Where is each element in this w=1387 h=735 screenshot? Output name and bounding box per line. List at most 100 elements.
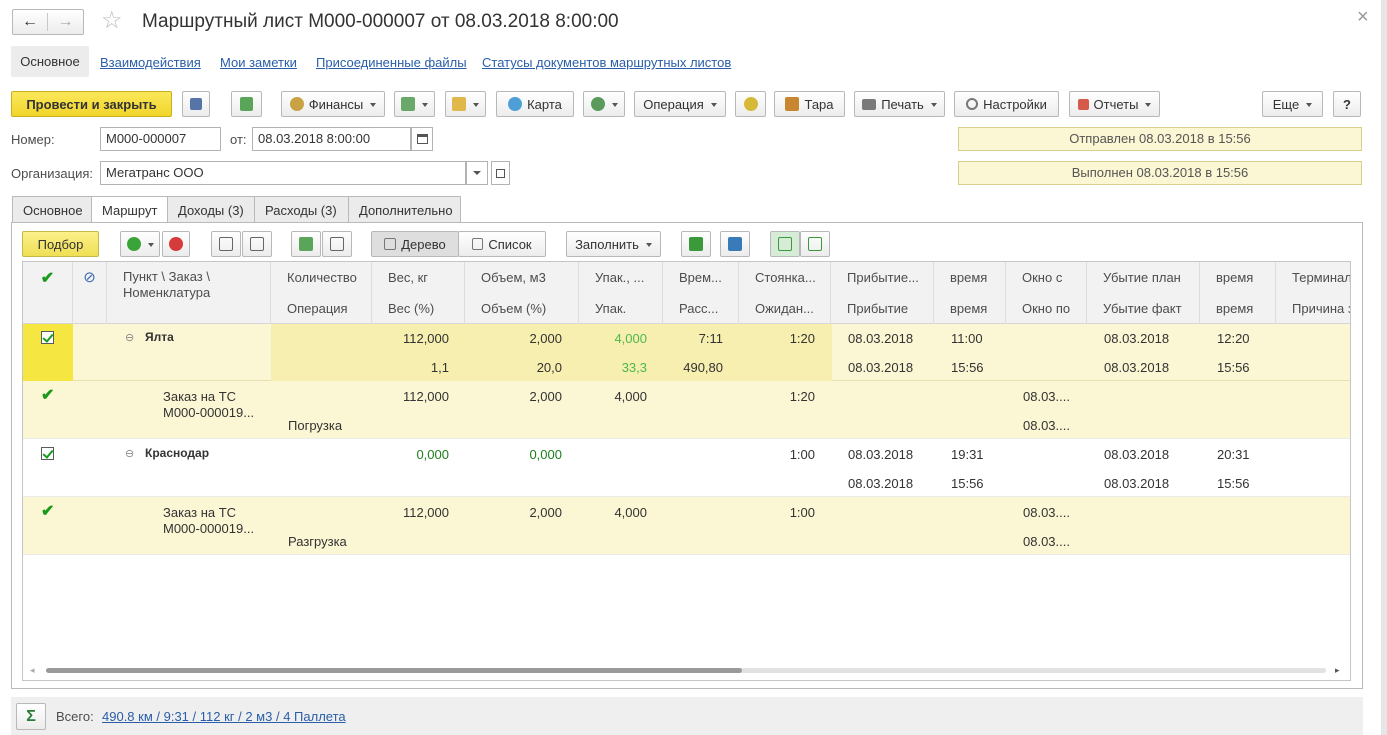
nav-main[interactable]: Основное bbox=[11, 46, 89, 77]
departure-fact-time: 15:56 bbox=[1217, 360, 1250, 375]
header-terminal: Терминал bbox=[1292, 270, 1350, 285]
add-button[interactable] bbox=[120, 231, 160, 257]
edit-button[interactable] bbox=[800, 231, 830, 257]
tab-income[interactable]: Доходы (3) bbox=[167, 196, 255, 223]
status-done: Выполнен 08.03.2018 в 15:56 bbox=[958, 161, 1362, 185]
scroll-right-icon[interactable]: ▸ bbox=[1335, 665, 1340, 676]
operation-button[interactable]: Операция bbox=[634, 91, 726, 117]
nav-link-statuses[interactable]: Статусы документов маршрутных листов bbox=[482, 55, 731, 70]
nav-link-interactions[interactable]: Взаимодействия bbox=[100, 55, 201, 70]
report-icon bbox=[1077, 98, 1089, 110]
check-icon: ✔ bbox=[41, 503, 55, 520]
route-button[interactable] bbox=[720, 231, 750, 257]
delete-button[interactable] bbox=[162, 231, 190, 257]
sigma-button[interactable]: Σ bbox=[16, 703, 46, 730]
calendar-button[interactable] bbox=[411, 127, 433, 151]
org-dropdown-button[interactable] bbox=[466, 161, 488, 185]
scrollbar-thumb[interactable] bbox=[46, 668, 742, 673]
nav-link-files[interactable]: Присоединенные файлы bbox=[316, 55, 467, 70]
org-field[interactable]: Мегатранс ООО bbox=[100, 161, 466, 185]
uncheck-all-button[interactable] bbox=[322, 231, 352, 257]
volume: 2,000 bbox=[529, 389, 562, 404]
arrival-fact: 08.03.2018 bbox=[848, 476, 914, 491]
nav-link-notes[interactable]: Мои заметки bbox=[220, 55, 297, 70]
forward-button[interactable]: → bbox=[48, 13, 83, 31]
map-button[interactable]: Карта bbox=[496, 91, 574, 117]
optimize-button[interactable] bbox=[681, 231, 711, 257]
print-button[interactable]: Печать bbox=[854, 91, 945, 117]
collapse-button[interactable] bbox=[242, 231, 272, 257]
stop: 1:00 bbox=[789, 447, 815, 462]
weight-pct: 1,1 bbox=[430, 360, 449, 375]
total-link[interactable]: 490.8 км / 9:31 / 112 кг / 2 м3 / 4 Палл… bbox=[102, 709, 346, 724]
tree-view-button[interactable]: Дерево bbox=[371, 231, 459, 257]
tab-expenses[interactable]: Расходы (3) bbox=[254, 196, 349, 223]
list-view-button[interactable]: Список bbox=[458, 231, 546, 257]
collapse-icon[interactable]: ⊖ bbox=[125, 447, 134, 460]
window-title: Маршрутный лист М000-000007 от 08.03.201… bbox=[142, 11, 619, 32]
tab-route[interactable]: Маршрут bbox=[91, 196, 168, 224]
header-arrival: Прибытие... bbox=[831, 262, 934, 293]
volume: 2,000 bbox=[529, 331, 562, 346]
create-based-button[interactable] bbox=[394, 91, 435, 117]
org-open-button[interactable] bbox=[491, 161, 510, 185]
grid-icon bbox=[778, 237, 792, 251]
box-icon bbox=[785, 97, 800, 111]
nav-buttons: ← → bbox=[12, 9, 84, 35]
number-field[interactable]: М000-000007 bbox=[100, 127, 221, 151]
arrival-fact-time: 15:56 bbox=[951, 360, 984, 375]
scroll-left-icon[interactable]: ◂ bbox=[30, 665, 35, 676]
arrival-time: 11:00 bbox=[951, 331, 983, 346]
header-arrival-fact-time: время bbox=[934, 293, 1006, 324]
tab-main[interactable]: Основное bbox=[12, 196, 92, 223]
pick-button[interactable]: Подбор bbox=[22, 231, 99, 257]
row-checkbox[interactable] bbox=[41, 331, 54, 344]
header-window-from: Окно с bbox=[1006, 262, 1087, 293]
open-icon bbox=[496, 168, 505, 178]
expand-button[interactable] bbox=[211, 231, 241, 257]
row-checkbox[interactable] bbox=[41, 447, 54, 460]
arrival: 08.03.2018 bbox=[848, 331, 914, 346]
window-edge bbox=[1381, 0, 1387, 735]
stop: 1:20 bbox=[789, 389, 815, 404]
tare-button[interactable]: Тара bbox=[774, 91, 845, 117]
date-from-label: от: bbox=[230, 132, 247, 147]
tab-additional[interactable]: Дополнительно bbox=[348, 196, 461, 223]
pack: 4,000 bbox=[614, 505, 647, 520]
header-distance: Расс... bbox=[663, 293, 739, 324]
finance-button[interactable]: Финансы bbox=[281, 91, 385, 117]
save-button[interactable] bbox=[182, 91, 210, 117]
window-from: 08.03.... bbox=[1023, 505, 1070, 520]
calendar-icon bbox=[416, 134, 428, 144]
fill-button[interactable]: Заполнить bbox=[566, 231, 661, 257]
header-waiting: Ожидан... bbox=[739, 293, 831, 324]
star-icon[interactable]: ☆ bbox=[101, 6, 123, 35]
weight: 112,000 bbox=[402, 331, 449, 346]
documents-button[interactable] bbox=[445, 91, 486, 117]
order-number: М000-000019... bbox=[163, 405, 255, 420]
users-button[interactable] bbox=[583, 91, 625, 117]
help-button[interactable]: ? bbox=[1333, 91, 1361, 117]
total-label: Всего: bbox=[56, 709, 94, 724]
header-stop: Стоянка... bbox=[739, 262, 831, 293]
date-field[interactable]: 08.03.2018 8:00:00 bbox=[252, 127, 411, 151]
grid-view-button[interactable] bbox=[770, 231, 800, 257]
collapse-icon[interactable]: ⊖ bbox=[125, 331, 134, 344]
settings-button[interactable]: Настройки bbox=[954, 91, 1059, 117]
reports-button[interactable]: Отчеты bbox=[1069, 91, 1160, 117]
weight: 0,000 bbox=[416, 447, 449, 462]
volume: 0,000 bbox=[529, 447, 562, 462]
header-volume-pct: Объем (%) bbox=[465, 293, 579, 324]
structure-button[interactable] bbox=[735, 91, 766, 117]
more-button[interactable]: Еще bbox=[1262, 91, 1323, 117]
close-icon[interactable]: × bbox=[1357, 6, 1369, 29]
header-weight-pct: Вес (%) bbox=[372, 293, 465, 324]
expand-icon bbox=[219, 237, 233, 251]
post-icon bbox=[240, 97, 253, 111]
back-button[interactable]: ← bbox=[13, 13, 48, 31]
time: 7:11 bbox=[698, 331, 723, 346]
header-arrival-time: время bbox=[934, 262, 1006, 293]
post-close-button[interactable]: Провести и закрыть bbox=[11, 91, 172, 117]
post-button[interactable] bbox=[231, 91, 262, 117]
check-all-button[interactable] bbox=[291, 231, 321, 257]
